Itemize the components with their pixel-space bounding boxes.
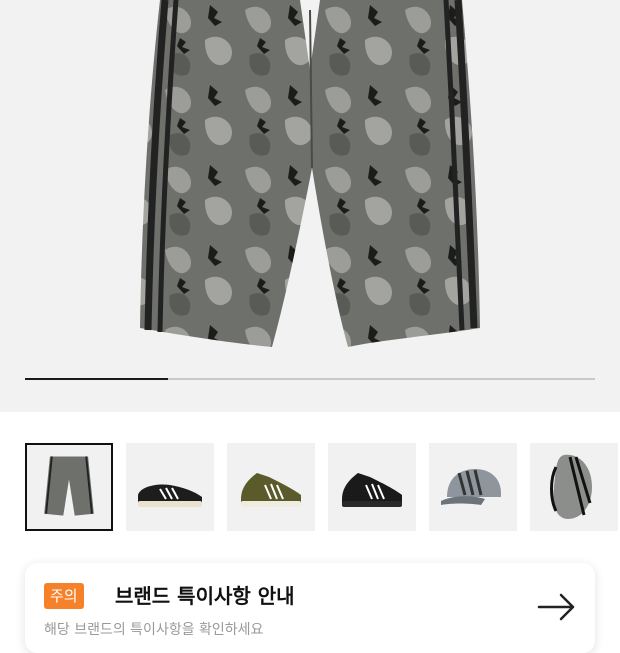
notice-title: 브랜드 특이사항 안내 xyxy=(115,584,295,608)
pants-thumbnail-icon xyxy=(44,456,94,516)
thumbnail-black-sneaker[interactable] xyxy=(126,443,214,531)
camo-pants-image xyxy=(140,0,480,347)
thumbnail-camo-bag[interactable] xyxy=(530,443,618,531)
high-top-thumbnail-icon xyxy=(241,473,301,507)
image-progress-fill xyxy=(25,378,168,380)
thumbnail-camo-pants[interactable] xyxy=(25,443,113,531)
thumbnail-camo-high-top[interactable] xyxy=(227,443,315,531)
thumbnail-black-high-top[interactable] xyxy=(328,443,416,531)
notice-subtitle: 해당 브랜드의 특이사항을 확인하세요 xyxy=(44,622,264,638)
arrow-right-icon[interactable] xyxy=(537,593,577,621)
thumbnail-camo-cap[interactable] xyxy=(429,443,517,531)
image-progress-bar xyxy=(25,378,595,380)
sneaker-thumbnail-icon xyxy=(138,484,202,507)
brand-notice-card[interactable]: 주의 브랜드 특이사항 안내 해당 브랜드의 특이사항을 확인하세요 xyxy=(25,563,595,653)
warning-badge: 주의 xyxy=(44,583,84,609)
thumbnail-strip[interactable] xyxy=(0,443,620,533)
cap-thumbnail-icon xyxy=(441,469,501,505)
product-image-viewer[interactable] xyxy=(0,0,620,412)
bag-thumbnail-icon xyxy=(550,454,592,519)
high-top-black-thumbnail-icon xyxy=(342,473,402,507)
